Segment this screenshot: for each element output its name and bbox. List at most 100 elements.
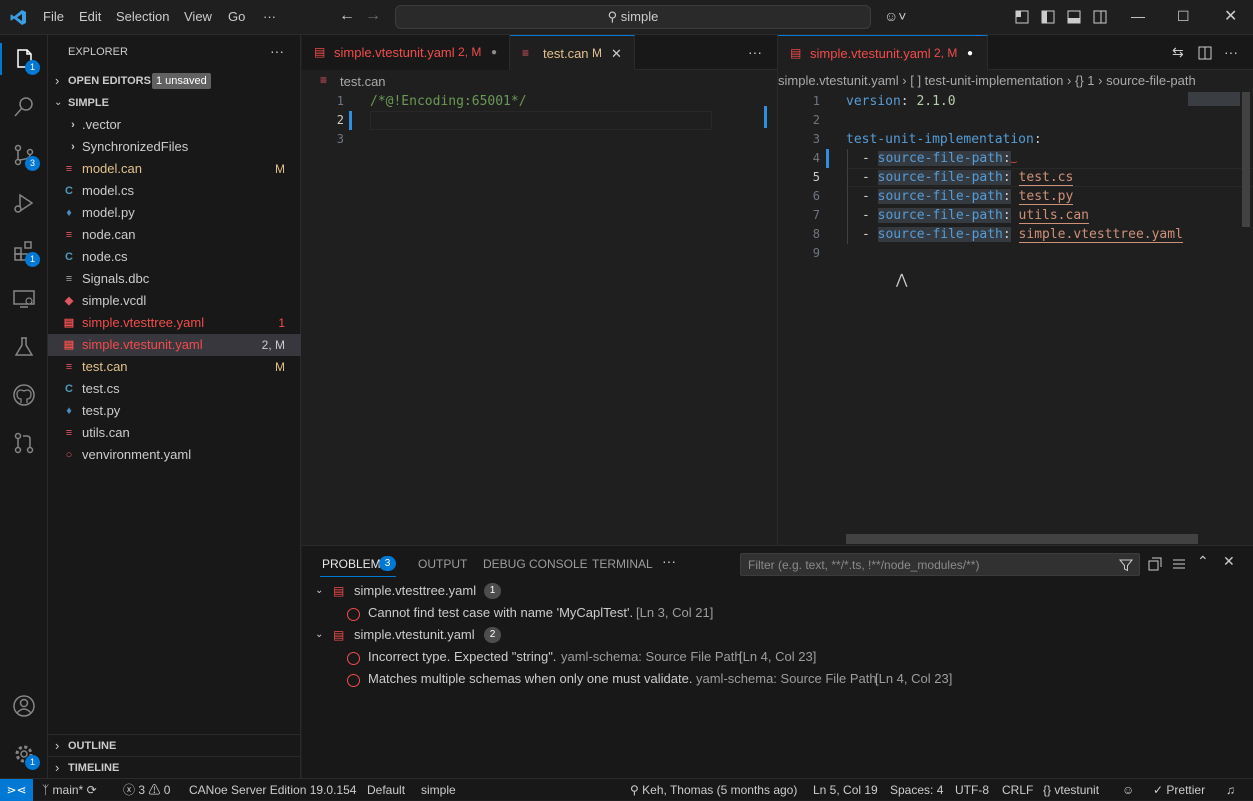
prettier-status[interactable]: ✓ Prettier (1153, 779, 1205, 801)
back-arrow-icon[interactable]: ← (339, 7, 355, 25)
forward-arrow-icon[interactable]: → (365, 7, 381, 25)
open-changes-icon[interactable]: ⇆ (1172, 44, 1184, 61)
tab-terminal[interactable]: TERMINAL (592, 557, 653, 571)
file-item[interactable]: Ctest.cs (48, 378, 301, 400)
workspace-status[interactable]: simple (421, 779, 456, 801)
menu-edit[interactable]: Edit (79, 9, 101, 24)
canoe-server-status[interactable]: CANoe Server Edition 19.0.154 (189, 779, 356, 801)
problem-group-vtesttree[interactable]: ⌄ ▤ simple.vtesttree.yaml 1 (302, 580, 1253, 602)
profile-status[interactable]: Default (367, 779, 405, 801)
extensions-button[interactable]: 1 (0, 227, 48, 275)
outline-section[interactable]: › OUTLINE (48, 734, 301, 756)
timeline-section[interactable]: › TIMELINE (48, 756, 301, 778)
collapse-all-icon[interactable] (1148, 557, 1162, 571)
yaml-path-value[interactable]: test.py (1018, 189, 1074, 205)
file-item[interactable]: Cmodel.cs (48, 180, 301, 202)
editor-more-button[interactable]: ··· (748, 44, 762, 60)
notifications-bell-icon[interactable]: ♫ (1226, 779, 1235, 801)
close-tab-icon[interactable]: ✕ (611, 36, 622, 71)
menu-selection[interactable]: Selection (116, 9, 169, 24)
manage-button[interactable]: 1 (0, 730, 48, 778)
copilot-icon[interactable]: ☺˅ (884, 8, 906, 24)
menu-go[interactable]: Go (228, 9, 245, 24)
problems-filter-input[interactable]: Filter (e.g. text, **/*.ts, !**/node_mod… (740, 553, 1140, 576)
file-item[interactable]: ◆ simple.vcdl (48, 290, 301, 312)
close-window-icon[interactable]: ✕ (1224, 6, 1237, 26)
right-editor[interactable]: simple.vtestunit.yaml › [ ] test-unit-im… (777, 70, 1253, 545)
layout-customize-icon[interactable] (1015, 10, 1029, 24)
folder-section-simple[interactable]: ⌄ SIMPLE (48, 92, 301, 114)
minimize-icon[interactable]: — (1131, 8, 1145, 24)
git-blame-status[interactable]: ⚲ Keh, Thomas (5 months ago) (630, 779, 797, 801)
problems-status[interactable]: ⓧ 3 ⚠ 0 (123, 779, 170, 801)
toggle-secondary-sidebar-icon[interactable] (1093, 10, 1107, 24)
run-debug-button[interactable] (0, 179, 48, 227)
cursor-position-status[interactable]: Ln 5, Col 19 (813, 779, 878, 801)
breadcrumb-file[interactable]: simple.vtestunit.yaml (778, 73, 899, 88)
toggle-panel-icon[interactable] (1067, 10, 1081, 24)
github-button[interactable] (0, 371, 48, 419)
view-as-list-icon[interactable] (1172, 557, 1186, 571)
folder-item[interactable]: › SynchronizedFiles (48, 136, 301, 158)
menu-view[interactable]: View (184, 9, 212, 24)
eol-status[interactable]: CRLF (1002, 779, 1033, 801)
explorer-button[interactable]: 1 (0, 35, 48, 83)
menu-file[interactable]: File (43, 9, 64, 24)
yaml-path-value[interactable]: test.cs (1018, 170, 1074, 186)
menu-more[interactable]: ··· (263, 9, 276, 24)
problem-item[interactable]: Incorrect type. Expected "string". yaml-… (302, 646, 1253, 668)
folder-item[interactable]: › .vector (48, 114, 301, 136)
pull-requests-button[interactable] (0, 419, 48, 467)
unsaved-dot-icon[interactable]: ● (967, 36, 973, 71)
testing-button[interactable] (0, 323, 48, 371)
maximize-icon[interactable]: ☐ (1177, 8, 1190, 25)
breadcrumb-key[interactable]: source-file-path (1106, 73, 1196, 88)
remote-explorer-button[interactable] (0, 275, 48, 323)
remote-indicator-icon[interactable]: ⋗⋖ (0, 779, 33, 801)
tab-debug-console[interactable]: DEBUG CONSOLE (483, 557, 588, 571)
breadcrumb-object[interactable]: {} 1 (1075, 73, 1095, 88)
problem-group-vtestunit[interactable]: ⌄ ▤ simple.vtestunit.yaml 2 (302, 624, 1253, 646)
breadcrumb-array[interactable]: [ ] test-unit-implementation (910, 73, 1063, 88)
language-status[interactable]: {} vtestunit (1043, 779, 1099, 801)
file-item[interactable]: ≡ model.can M (48, 158, 301, 180)
file-item[interactable]: ▤ simple.vtesttree.yaml 1 (48, 312, 301, 334)
file-item[interactable]: ○ venvironment.yaml (48, 444, 301, 466)
encoding-status[interactable]: UTF-8 (955, 779, 989, 801)
branch-status[interactable]: ᛉ main* ⟳ (42, 779, 97, 801)
horizontal-scrollbar[interactable] (846, 534, 1198, 544)
vertical-scrollbar[interactable] (1242, 92, 1250, 227)
breadcrumb[interactable]: test.can (340, 74, 386, 89)
editor-more-button[interactable]: ··· (1224, 44, 1238, 60)
yaml-path-value[interactable]: simple.vtesttree.yaml (1018, 227, 1183, 243)
tab-test-can[interactable]: ≡ test.can M ✕ (510, 35, 635, 70)
tab-simple-vtestunit-active[interactable]: ▤ simple.vtestunit.yaml 2, M ● (778, 35, 988, 70)
file-item[interactable]: ≡ node.can (48, 224, 301, 246)
file-item[interactable]: ≡ utils.can (48, 422, 301, 444)
filter-icon[interactable] (1119, 558, 1133, 572)
toggle-sidebar-icon[interactable] (1041, 10, 1055, 24)
maximize-panel-icon[interactable]: ⌃ (1197, 553, 1209, 570)
source-control-button[interactable]: 3 (0, 131, 48, 179)
close-panel-icon[interactable]: ✕ (1223, 553, 1235, 570)
problem-item[interactable]: Matches multiple schemas when only one m… (302, 668, 1253, 690)
command-center-search[interactable]: ⚲ simple (395, 5, 871, 29)
minimap-slider[interactable] (764, 106, 778, 128)
tab-output[interactable]: OUTPUT (418, 557, 467, 571)
panel-more-button[interactable]: ··· (662, 553, 676, 569)
file-item[interactable]: ▤ simple.vtestunit.yaml 2, M (48, 334, 301, 356)
file-item[interactable]: Cnode.cs (48, 246, 301, 268)
indentation-status[interactable]: Spaces: 4 (890, 779, 943, 801)
file-item[interactable]: ≡ Signals.dbc (48, 268, 301, 290)
open-editors-section[interactable]: › OPEN EDITORS 1 unsaved (48, 70, 301, 92)
left-editor[interactable]: ≡ test.can 1 2 3 /*@!Encoding:65001*/ (302, 70, 777, 545)
split-editor-icon[interactable] (1198, 46, 1212, 60)
unsaved-dot-icon[interactable]: ● (491, 35, 497, 70)
accounts-button[interactable] (0, 682, 48, 730)
minimap-slider[interactable] (1188, 92, 1240, 106)
file-item[interactable]: ♦ test.py (48, 400, 301, 422)
file-item[interactable]: ♦ model.py (48, 202, 301, 224)
explorer-more-button[interactable]: ··· (270, 43, 284, 59)
problem-item[interactable]: Cannot find test case with name 'MyCaplT… (302, 602, 1253, 624)
copilot-status-icon[interactable]: ☺ (1122, 779, 1134, 801)
